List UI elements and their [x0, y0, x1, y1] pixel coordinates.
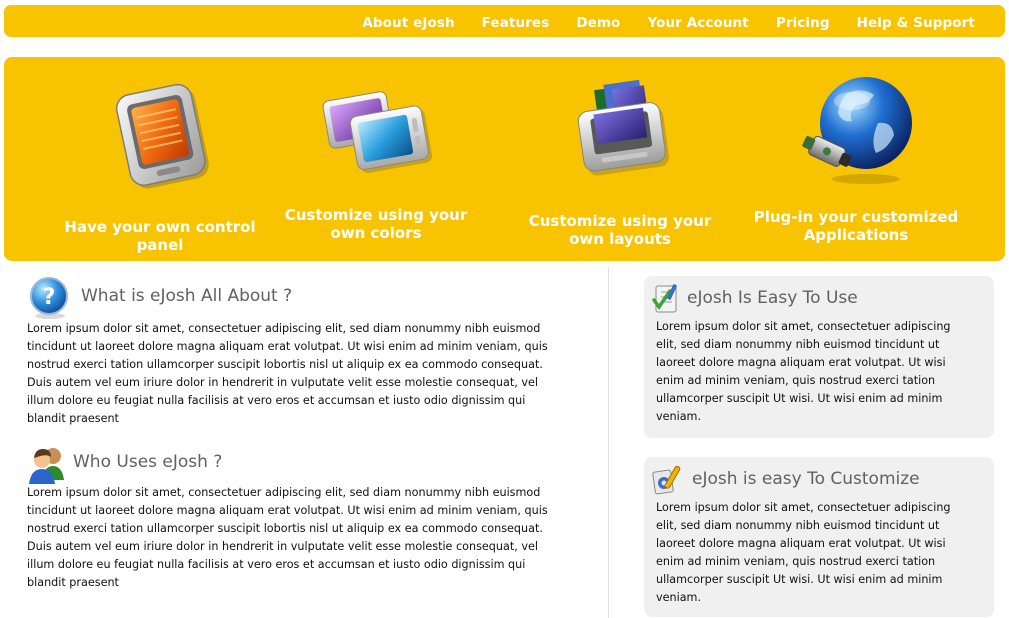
layouts-icon: [560, 71, 680, 191]
nav-menu: About eJosh Features Demo Your Account P…: [335, 5, 975, 37]
control-panel-icon: [100, 71, 220, 191]
feature-caption: Plug-in your customized Applications: [753, 208, 959, 244]
feature-caption: Have your own control panel: [64, 218, 256, 254]
tools-icon: [650, 463, 684, 497]
top-nav-bar: About eJosh Features Demo Your Account P…: [4, 5, 1005, 37]
globe-plugin-icon: [796, 71, 916, 191]
nav-account-link[interactable]: Your Account: [647, 15, 748, 31]
easy-customize-body: Lorem ipsum dolor sit amet, consectetuer…: [656, 501, 951, 604]
easy-customize-title: eJosh is easy To Customize: [692, 469, 920, 489]
about-body: Lorem ipsum dolor sit amet, consectetuer…: [27, 322, 548, 425]
column-divider: [608, 267, 609, 618]
users-icon: [26, 444, 68, 484]
checklist-icon: [650, 282, 682, 316]
feature-banner: Have your own control panel Customize us…: [4, 57, 1005, 261]
nav-demo-link[interactable]: Demo: [576, 15, 620, 31]
about-title: What is eJosh All About ?: [81, 286, 293, 306]
nav-features-link[interactable]: Features: [482, 15, 550, 31]
question-icon: ?: [28, 276, 72, 320]
users-body: Lorem ipsum dolor sit amet, consectetuer…: [27, 486, 548, 589]
svg-text:?: ?: [43, 285, 56, 310]
colors-icon: [316, 71, 436, 191]
easy-to-customize-box: eJosh is easy To Customize Lorem ipsum d…: [644, 457, 994, 617]
nav-pricing-link[interactable]: Pricing: [776, 15, 830, 31]
nav-help-link[interactable]: Help & Support: [857, 15, 975, 31]
feature-caption: Customize using your own layouts: [528, 212, 712, 248]
nav-about-link[interactable]: About eJosh: [362, 15, 454, 31]
easy-to-use-box: eJosh Is Easy To Use Lorem ipsum dolor s…: [644, 276, 994, 438]
easy-use-title: eJosh Is Easy To Use: [687, 288, 858, 308]
easy-use-body: Lorem ipsum dolor sit amet, consectetuer…: [656, 320, 951, 423]
main-content: ? What is eJosh All About ? Lorem ipsum …: [0, 262, 1009, 618]
feature-caption: Customize using your own colors: [284, 206, 468, 242]
users-title: Who Uses eJosh ?: [73, 452, 223, 472]
